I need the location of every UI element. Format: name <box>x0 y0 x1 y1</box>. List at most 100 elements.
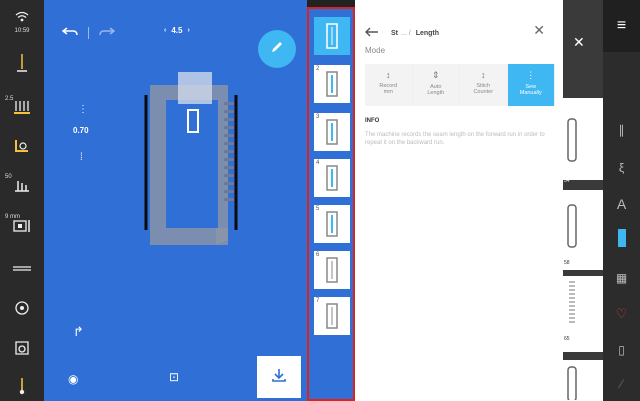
settings-icon <box>13 339 31 362</box>
bobbin-icon <box>13 137 31 160</box>
mode-label-record: Record mm <box>379 83 398 96</box>
favorites-button[interactable]: ♡ <box>603 296 640 332</box>
breadcrumb: St... / Length <box>391 30 439 37</box>
back-arrow-icon[interactable] <box>365 24 379 42</box>
wifi-status[interactable]: 10:59 <box>0 2 44 42</box>
buttonholes-button[interactable] <box>603 222 640 258</box>
stitch-number: 65 <box>564 336 570 342</box>
canvas-toolbar <box>61 24 116 42</box>
eye-icon[interactable]: ◉ <box>68 372 78 386</box>
stitch-step-7[interactable]: 7 <box>314 297 350 335</box>
length-marker-icon: ⋮ <box>78 104 88 115</box>
stitch-step-3[interactable]: 3 <box>314 113 350 151</box>
needle-stop-button[interactable] <box>0 290 44 330</box>
thread-button[interactable] <box>0 368 44 401</box>
quilt-stitches-button[interactable]: ▦ <box>603 260 640 296</box>
stitch-plate-button[interactable]: 9 mm <box>0 208 44 248</box>
slash-icon: ⁄ <box>620 377 623 391</box>
step-number: 5 <box>316 206 320 212</box>
buttonhole-icon <box>617 228 626 252</box>
step-number: 2 <box>316 66 320 72</box>
stitch-card[interactable]: 54 <box>563 98 603 184</box>
breadcrumb-parent[interactable]: St <box>391 30 398 37</box>
needle-stop-icon <box>13 299 31 322</box>
step-number: 4 <box>316 160 320 166</box>
personal-program-button[interactable]: ▯ <box>603 332 640 368</box>
stitch-preview[interactable] <box>128 50 278 250</box>
mode-selector: ↕ Record mm ⇕ Auto Length ↕ Stitch Count… <box>365 64 555 106</box>
stitch-step-2[interactable]: 2 <box>314 65 350 103</box>
feed-dog-icon <box>12 261 32 279</box>
mode-label-manual: Sew Manually <box>519 84 542 97</box>
stitch-card[interactable] <box>563 360 603 401</box>
decrease-arrow-icon[interactable]: ‹ <box>164 27 166 34</box>
info-text: The machine records the seam length on t… <box>365 132 545 147</box>
auto-length-icon: ⇕ <box>431 70 440 80</box>
save-button[interactable] <box>257 356 301 398</box>
increase-arrow-icon[interactable]: › <box>187 27 189 34</box>
sew-manually-icon: ⋮ <box>526 70 536 80</box>
presser-foot-value: 2.5 <box>5 96 14 102</box>
settings-button[interactable] <box>0 330 44 370</box>
length-settings-panel: St... / Length ✕ Mode ↕ Record mm ⇕ Auto… <box>355 0 563 401</box>
stitch-sequence-list: 2 3 4 5 6 7 <box>307 7 355 401</box>
alphabets-button[interactable]: A <box>603 186 640 222</box>
heart-icon: ♡ <box>615 306 628 321</box>
memory-icon: ▯ <box>618 343 625 357</box>
stitch-count-label: ‹ 4.5 › <box>164 26 190 35</box>
stitch-card[interactable]: 58 <box>563 190 603 270</box>
panel-header: St... / Length ✕ <box>365 22 553 42</box>
seam-length-value: 0.70 <box>73 126 89 135</box>
practical-stitches-button[interactable]: ∥ <box>603 112 640 148</box>
left-sidebar: 10:59 2.5 50 9 mm <box>0 0 44 401</box>
close-selection-icon[interactable]: ✕ <box>573 34 585 51</box>
menu-button[interactable]: ≡ <box>603 0 640 52</box>
step-number: 7 <box>316 298 320 304</box>
quilt-icon: ▦ <box>615 271 628 285</box>
stitch-number: 54 <box>564 178 570 184</box>
thread-icon <box>16 376 28 401</box>
decorative-stitches-button[interactable]: ξ <box>603 150 640 186</box>
stitch-counter-icon: ↕ <box>481 70 486 80</box>
stitch-step-6[interactable]: 6 <box>314 251 350 289</box>
stitch-card[interactable]: 65 <box>563 276 603 352</box>
more-button[interactable]: ⁄ <box>603 366 640 401</box>
stitch-plate-value: 9 mm <box>5 214 20 220</box>
stitch-step-1[interactable] <box>314 17 350 55</box>
info-heading: INFO <box>365 118 380 124</box>
stitch-step-4[interactable]: 4 <box>314 159 350 197</box>
tension-button[interactable]: 50 <box>0 168 44 208</box>
needle-icon <box>15 53 29 80</box>
tension-icon <box>13 177 31 200</box>
presser-foot-button[interactable]: 2.5 <box>0 90 44 130</box>
feed-dog-button[interactable] <box>0 250 44 290</box>
stitch-plate-icon <box>12 218 32 239</box>
stitch-step-5[interactable]: 5 <box>314 205 350 243</box>
close-icon[interactable]: ✕ <box>533 22 545 39</box>
bobbin-button[interactable] <box>0 128 44 168</box>
redo-icon[interactable] <box>99 24 116 42</box>
mode-stitch-counter-button[interactable]: ↕ Stitch Counter <box>460 64 508 106</box>
stitch-count-value: 4.5 <box>171 26 183 35</box>
decorative-stitch-icon: ξ <box>618 161 625 175</box>
undo-icon[interactable] <box>61 24 78 42</box>
tension-value: 50 <box>5 174 12 180</box>
stitch-selection-column: ✕ 54 58 65 <box>563 0 603 401</box>
foot-sensor-icon[interactable]: ⊡ <box>169 370 179 384</box>
mode-label: Mode <box>365 46 386 55</box>
record-length-icon: ↕ <box>386 70 391 80</box>
mode-auto-length-button[interactable]: ⇕ Auto Length <box>412 64 460 106</box>
needle-button[interactable] <box>0 46 44 86</box>
presser-foot-icon <box>13 99 31 122</box>
stitch-pattern-icon[interactable]: ⁞ <box>80 152 83 163</box>
reverse-icon[interactable]: ↱ <box>73 324 84 340</box>
mode-sew-manually-button[interactable]: ⋮ Sew Manually <box>507 64 555 106</box>
stitch-number: 58 <box>564 260 570 266</box>
mode-label-auto: Auto Length <box>427 84 445 97</box>
practical-stitch-icon: ∥ <box>618 123 625 137</box>
mode-record-button[interactable]: ↕ Record mm <box>365 64 413 106</box>
step-number: 3 <box>316 114 320 120</box>
time-label: 10:59 <box>14 28 30 34</box>
separator <box>88 27 89 39</box>
mode-label-counter: Stitch Counter <box>473 83 494 96</box>
